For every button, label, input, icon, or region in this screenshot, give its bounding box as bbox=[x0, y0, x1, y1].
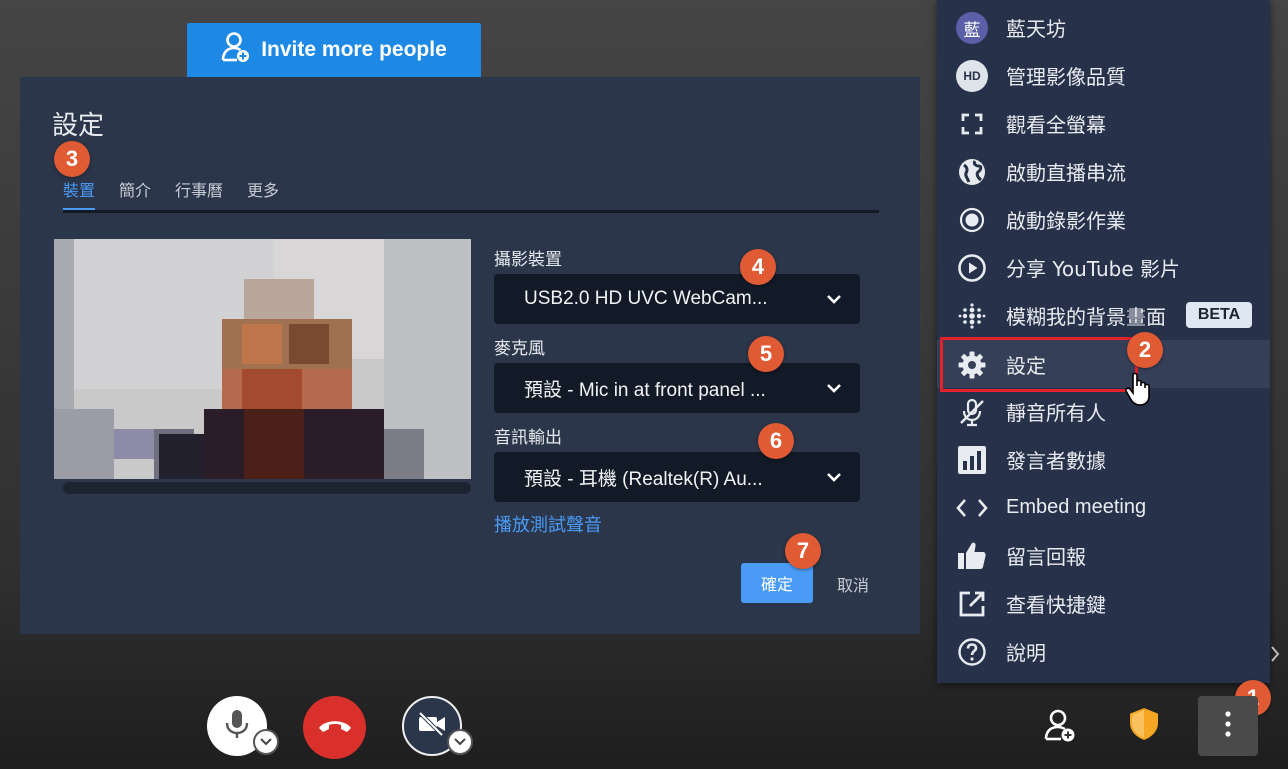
globe-icon bbox=[955, 155, 989, 189]
menu-item-label: 分享 YouTube 影片 bbox=[1006, 256, 1181, 281]
add-person-icon bbox=[1044, 709, 1078, 746]
code-icon bbox=[955, 491, 989, 525]
video-off-icon bbox=[416, 711, 448, 741]
more-options-button[interactable] bbox=[1198, 696, 1258, 756]
security-button[interactable] bbox=[1127, 705, 1161, 747]
menu-item-label: 說明 bbox=[1006, 640, 1046, 665]
menu-item-label: 模糊我的背景畫面 bbox=[1006, 304, 1166, 329]
step-badge-2: 2 bbox=[1127, 332, 1163, 368]
phone-hangup-icon bbox=[317, 717, 353, 739]
play-test-sound-link[interactable]: 播放測試聲音 bbox=[494, 511, 602, 537]
microphone-select-value: 預設 - Mic in at front panel ... bbox=[524, 379, 766, 401]
menu-item-blur-background[interactable]: 模糊我的背景畫面 BETA bbox=[937, 291, 1270, 339]
blur-icon bbox=[955, 299, 989, 333]
menu-item-mute-everyone[interactable]: 靜音所有人 bbox=[937, 387, 1270, 435]
menu-item-fullscreen[interactable]: 觀看全螢幕 bbox=[937, 99, 1270, 147]
step-badge-4: 4 bbox=[740, 249, 776, 285]
menu-item-label: 靜音所有人 bbox=[1006, 400, 1106, 425]
menu-item-label: 觀看全螢幕 bbox=[1006, 112, 1106, 137]
menu-item-label: 啟動錄影作業 bbox=[1006, 208, 1126, 233]
chevron-down-icon bbox=[822, 383, 842, 393]
menu-item-live-stream[interactable]: 啟動直播串流 bbox=[937, 147, 1270, 195]
cancel-button[interactable]: 取消 bbox=[837, 572, 869, 596]
audio-output-select-value: 預設 - 耳機 (Realtek(R) Au... bbox=[524, 468, 763, 490]
thumbs-up-icon bbox=[955, 539, 989, 573]
settings-highlight-frame bbox=[940, 337, 1138, 392]
vertical-dots-icon bbox=[1224, 710, 1232, 742]
menu-item-label: 查看快捷鍵 bbox=[1006, 592, 1106, 617]
hd-icon: HD bbox=[955, 59, 989, 93]
record-icon bbox=[955, 203, 989, 237]
dialog-title: 設定 bbox=[52, 111, 105, 141]
tab-profile[interactable]: 簡介 bbox=[119, 177, 151, 211]
menu-item-speaker-stats[interactable]: 發言者數據 bbox=[937, 435, 1270, 483]
chevron-down-icon bbox=[822, 472, 842, 482]
shield-icon bbox=[1127, 705, 1161, 747]
menu-item-label: 管理影像品質 bbox=[1006, 64, 1126, 89]
audio-output-select[interactable]: 預設 - 耳機 (Realtek(R) Au... bbox=[494, 452, 860, 502]
tab-more[interactable]: 更多 bbox=[247, 177, 279, 211]
step-badge-6: 6 bbox=[758, 423, 794, 459]
tab-calendar[interactable]: 行事曆 bbox=[175, 177, 223, 211]
camera-label: 攝影裝置 bbox=[494, 250, 562, 270]
tab-devices[interactable]: 裝置 bbox=[63, 177, 96, 211]
menu-item-label: Embed meeting bbox=[1006, 495, 1147, 518]
invite-participant-button[interactable] bbox=[1044, 708, 1078, 746]
step-badge-3: 3 bbox=[54, 141, 90, 177]
step-badge-7: 7 bbox=[785, 533, 821, 569]
menu-item-embed-meeting[interactable]: Embed meeting bbox=[937, 483, 1270, 531]
menu-item-video-quality[interactable]: HD 管理影像品質 bbox=[937, 51, 1270, 99]
hand-cursor-icon bbox=[1124, 372, 1154, 412]
camera-preview bbox=[54, 239, 471, 479]
chevron-right-icon[interactable] bbox=[1268, 644, 1282, 668]
external-link-icon bbox=[955, 587, 989, 621]
preview-scrollbar bbox=[63, 482, 471, 494]
play-circle-icon bbox=[955, 251, 989, 285]
stats-icon bbox=[955, 443, 989, 477]
microphone-label: 麥克風 bbox=[494, 339, 545, 359]
invite-label: Invite more people bbox=[261, 38, 447, 61]
mic-off-icon bbox=[955, 395, 989, 429]
fullscreen-icon bbox=[955, 107, 989, 141]
tab-divider bbox=[63, 210, 879, 213]
menu-item-label: 留言回報 bbox=[1006, 544, 1086, 569]
chevron-down-icon bbox=[822, 294, 842, 304]
microphone-select[interactable]: 預設 - Mic in at front panel ... bbox=[494, 363, 860, 413]
settings-tabs: 裝置 簡介 行事曆 更多 bbox=[63, 177, 279, 211]
invite-more-people-button[interactable]: Invite more people bbox=[187, 23, 481, 77]
camera-select-value: USB2.0 HD UVC WebCam... bbox=[524, 288, 768, 309]
audio-output-label: 音訊輸出 bbox=[494, 428, 562, 448]
menu-item-help[interactable]: 說明 bbox=[937, 627, 1270, 675]
avatar: 藍 bbox=[955, 11, 989, 45]
menu-item-label: 啟動直播串流 bbox=[1006, 160, 1126, 185]
add-person-icon bbox=[221, 31, 251, 69]
ok-button[interactable]: 確定 bbox=[741, 563, 813, 603]
menu-item-label: 發言者數據 bbox=[1006, 448, 1106, 473]
microphone-icon bbox=[224, 708, 250, 744]
mic-options-chevron[interactable] bbox=[253, 729, 279, 755]
menu-item-share-youtube[interactable]: 分享 YouTube 影片 bbox=[937, 243, 1270, 291]
menu-item-shortcuts[interactable]: 查看快捷鍵 bbox=[937, 579, 1270, 627]
menu-item-feedback[interactable]: 留言回報 bbox=[937, 531, 1270, 579]
camera-select[interactable]: USB2.0 HD UVC WebCam... bbox=[494, 274, 860, 324]
help-icon bbox=[955, 635, 989, 669]
step-badge-5: 5 bbox=[748, 336, 784, 372]
hangup-button[interactable] bbox=[303, 696, 366, 759]
menu-item-label: 藍天坊 bbox=[1006, 16, 1066, 41]
beta-badge: BETA bbox=[1186, 302, 1252, 328]
menu-item-recording[interactable]: 啟動錄影作業 bbox=[937, 195, 1270, 243]
camera-options-chevron[interactable] bbox=[447, 729, 473, 755]
menu-item-profile[interactable]: 藍 藍天坊 bbox=[937, 3, 1270, 51]
